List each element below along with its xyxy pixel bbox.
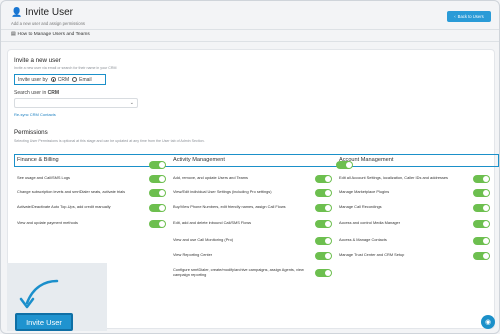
perm-activity-0: Add, remove, and update Users and Teams (173, 175, 248, 180)
invite-by-label: Invite user by (18, 76, 48, 83)
how-to-link[interactable]: ▤ How to Manage Users and Teams (11, 32, 90, 37)
invite-by-group: Invite user by CRM Email (14, 74, 106, 85)
perm-activity-3-toggle[interactable] (315, 220, 332, 228)
perm-activity-0-toggle[interactable] (315, 175, 332, 183)
perm-finance-2: Activate/Deactivate Auto Top-Ups, add cr… (17, 204, 111, 209)
back-arrow-icon: ‹ (454, 14, 456, 19)
page-title: Invite User (25, 7, 74, 18)
perm-activity-5-toggle[interactable] (315, 252, 332, 260)
perm-account-4-toggle[interactable] (473, 237, 490, 245)
user-add-icon: 👤 (11, 7, 23, 17)
permissions-desc: Selecting User Permissions is optional a… (14, 139, 205, 143)
search-user-label: Search user in CRM (14, 90, 60, 96)
perm-activity-4-toggle[interactable] (315, 237, 332, 245)
perm-account-1: Manage Marketplace Plugins (339, 189, 390, 194)
crm-user-select[interactable]: ⌄ (14, 98, 138, 108)
perm-account-5: Manage Trust Center and CRM Setup (339, 252, 405, 257)
radio-email-dot[interactable] (72, 77, 78, 82)
col-head-activity: Activity Management (173, 157, 225, 163)
back-to-users-button[interactable]: ‹ Back to Users (447, 11, 491, 22)
perm-finance-0: See usage and Call/SMS Logs (17, 175, 70, 180)
page-subtitle: Add a new user and assign permissions (11, 21, 86, 26)
perm-activity-2-toggle[interactable] (315, 204, 332, 212)
perm-activity-5: View Reporting Center (173, 252, 213, 257)
col-head-account: Account Management (339, 157, 394, 163)
perm-account-0: Edit all Account Settings, localization,… (339, 175, 448, 180)
perm-finance-1-toggle[interactable] (149, 189, 166, 197)
perm-activity-6-toggle[interactable] (315, 269, 332, 277)
perm-activity-1: View/Edit individual User Settings (incl… (173, 189, 272, 194)
perm-account-3: Access and control Media Manager (339, 220, 400, 225)
permission-groups-header (14, 154, 499, 167)
perm-activity-2: Buy/View Phone Numbers, edit friendly na… (173, 204, 286, 209)
perm-finance-0-toggle[interactable] (149, 175, 166, 183)
page: 👤 Invite User Add a new user and assign … (0, 0, 500, 334)
permissions-title: Permissions (14, 129, 48, 136)
perm-account-2-toggle[interactable] (473, 204, 490, 212)
divider (1, 41, 499, 42)
pointer-arrow-icon (19, 279, 59, 309)
finance-group-toggle[interactable] (149, 161, 166, 169)
chevron-down-icon: ⌄ (129, 100, 134, 106)
radio-crm[interactable]: CRM (50, 77, 69, 83)
divider (1, 29, 499, 30)
resync-crm-link[interactable]: Re-sync CRM Contacts (14, 112, 56, 117)
book-icon: ▤ (11, 32, 16, 37)
perm-account-3-toggle[interactable] (473, 220, 490, 228)
perm-finance-2-toggle[interactable] (149, 204, 166, 212)
perm-activity-4: View and use Call Monitoring (Pro) (173, 237, 234, 242)
perm-activity-3: Edit, add and delete inbound Call/SMS Fl… (173, 220, 252, 225)
invite-user-button[interactable]: Invite User (15, 313, 73, 331)
perm-finance-3: View and update payment methods (17, 220, 78, 225)
col-head-finance: Finance & Billing (17, 157, 59, 163)
perm-account-0-toggle[interactable] (473, 175, 490, 183)
perm-activity-1-toggle[interactable] (315, 189, 332, 197)
perm-account-1-toggle[interactable] (473, 189, 490, 197)
perm-account-5-toggle[interactable] (473, 252, 490, 260)
radio-crm-dot[interactable] (50, 77, 56, 82)
perm-account-2: Manage Call Recordings (339, 204, 382, 209)
perm-account-4: Access & Manage Contacts (339, 237, 387, 242)
perm-finance-3-toggle[interactable] (149, 220, 166, 228)
invite-section-title: Invite a new user (14, 57, 61, 64)
invite-section-desc: Invite a new user via email or search fo… (14, 66, 117, 70)
perm-activity-6: Configure smrtDialer, create/modify/arch… (173, 267, 304, 277)
radio-email[interactable]: Email (72, 77, 92, 83)
chat-icon[interactable]: ◉ (481, 315, 495, 329)
page-header: 👤 Invite User Add a new user and assign … (11, 7, 493, 27)
perm-finance-1: Change subscription levels and smrtDiale… (17, 189, 126, 194)
